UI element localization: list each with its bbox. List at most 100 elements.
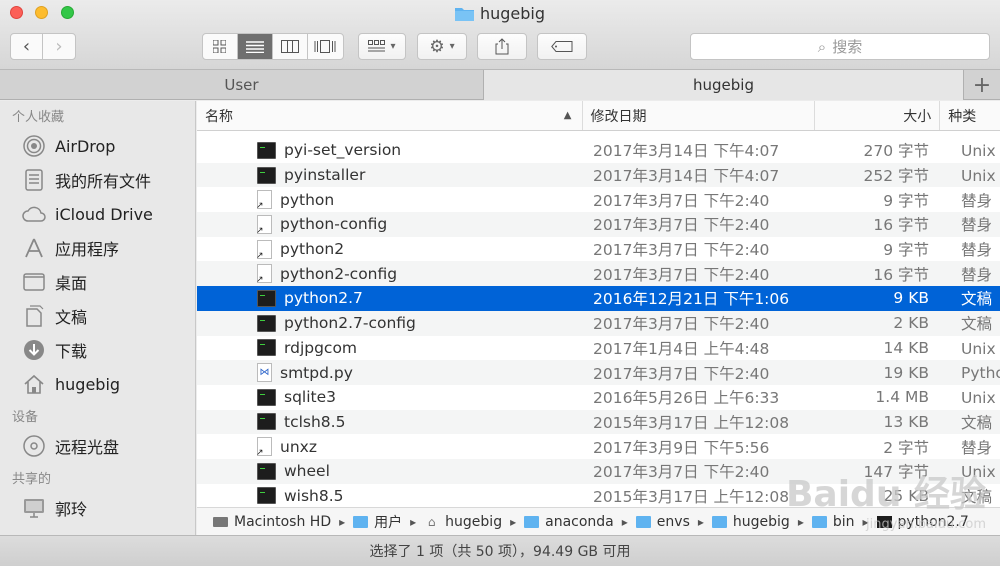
file-date: 2017年3月7日 下午2:40 — [593, 216, 770, 235]
search-field[interactable]: ⌕ 搜索 — [690, 33, 990, 60]
coverflow-view-button[interactable] — [308, 34, 343, 59]
action-button[interactable]: ⚙ ▾ — [417, 33, 467, 60]
list-view-button[interactable] — [237, 34, 274, 59]
forward-button[interactable]: › — [43, 34, 75, 59]
sidebar-item-airdrop[interactable]: AirDrop — [0, 129, 195, 163]
file-date: 2017年3月7日 下午2:40 — [593, 241, 770, 260]
file-name-cell: sqlite3 — [197, 388, 585, 406]
file-date: 2016年5月26日 上午6:33 — [593, 389, 780, 408]
column-header-name[interactable]: 名称 ▲ — [197, 101, 583, 130]
file-name-cell: python — [197, 190, 585, 210]
sidebar-item-shared-computer[interactable]: 郭玲 — [0, 491, 195, 525]
file-kind: Python — [961, 363, 1000, 382]
arrange-icon — [368, 40, 386, 52]
table-row[interactable]: ⋈ smtpd.py 2017年3月7日 下午2:40 19 KB Python — [197, 360, 1000, 385]
sidebar-item-applications[interactable]: 应用程序 — [0, 231, 195, 265]
file-size: 9 字节 — [883, 241, 929, 260]
sidebar-item-all-files[interactable]: 我的所有文件 — [0, 163, 195, 197]
sidebar-item-hugebig[interactable]: hugebig — [0, 367, 195, 401]
file-name: pyi-set_version — [284, 141, 402, 160]
table-row[interactable]: python 2017年3月7日 下午2:40 9 字节 替身 — [197, 187, 1000, 212]
sidebar-item-documents[interactable]: 文稿 — [0, 299, 195, 333]
tab-label: User — [224, 76, 259, 94]
file-name: python-config — [280, 215, 388, 234]
back-button[interactable]: ‹ — [11, 34, 44, 59]
status-text: 选择了 1 项（共 50 项），94.49 GB 可用 — [369, 544, 631, 560]
columns-icon — [280, 40, 299, 53]
window-title: hugebig — [0, 4, 1000, 23]
column-header-size[interactable]: 大小 — [815, 101, 941, 130]
table-row[interactable]: unxz 2017年3月9日 下午5:56 2 字节 替身 — [197, 434, 1000, 459]
sidebar-item-label: AirDrop — [55, 136, 116, 156]
file-size: 16 字节 — [873, 216, 929, 235]
watermark-brand: Baidu 经验 — [785, 474, 986, 515]
chevron-left-icon: ‹ — [22, 36, 31, 57]
path-segment[interactable]: Macintosh HD — [213, 514, 331, 530]
table-row[interactable]: python2.7-config 2017年3月7日 下午2:40 2 KB 文稿 — [197, 310, 1000, 336]
file-date: 2017年3月7日 下午2:40 — [593, 463, 770, 482]
file-name-cell: wheel — [197, 462, 585, 480]
file-name: python2.7 — [284, 289, 363, 308]
file-size: 1.4 MB — [875, 388, 929, 407]
table-row[interactable]: sqlite3 2016年5月26日 上午6:33 1.4 MB Unix 可执行文件 — [197, 385, 1000, 410]
column-header-row: 名称 ▲ 修改日期 大小 种类 — [197, 101, 1000, 131]
table-row[interactable]: pyi-set_version 2017年3月14日 下午4:07 270 字节 Un… — [197, 138, 1000, 163]
airdrop-icon — [22, 134, 46, 158]
table-row[interactable]: python2 2017年3月7日 下午2:40 9 字节 替身 — [197, 237, 1000, 262]
tab-hugebig[interactable]: hugebig — [484, 70, 964, 100]
sidebar-item-remote-disc[interactable]: 远程光盘 — [0, 429, 195, 463]
arrange-button[interactable]: ▾ — [358, 33, 406, 60]
chevron-down-icon: ▾ — [390, 41, 396, 52]
table-row[interactable]: python2-config 2017年3月7日 下午2:40 16 字节 替身 — [197, 261, 1000, 287]
file-date: 2017年3月7日 下午2:40 — [593, 364, 770, 383]
file-size: 19 KB — [883, 363, 929, 382]
path-segment-label: 用户 — [374, 514, 403, 531]
sidebar-item-icloud[interactable]: iCloud Drive — [0, 197, 195, 231]
file-name-cell: pyinstaller — [197, 166, 585, 184]
table-row[interactable]: rdjpgcom 2017年1月4日 上午4:48 14 KB Unix 可执行文件 — [197, 336, 1000, 361]
file-name: python2.7-config — [284, 314, 416, 333]
sidebar-section-shared: 共享的 — [12, 472, 52, 487]
file-name: rdjpgcom — [284, 338, 358, 357]
path-segment[interactable]: ⌂ hugebig — [424, 514, 502, 530]
tags-button[interactable] — [537, 33, 587, 60]
column-header-date[interactable]: 修改日期 — [583, 101, 816, 130]
window-title-text: hugebig — [479, 4, 546, 23]
file-name-cell: python2.7-config — [197, 314, 585, 332]
sidebar-section-devices: 设备 — [12, 410, 39, 425]
column-header-kind[interactable]: 种类 — [940, 101, 1000, 130]
share-button[interactable] — [477, 33, 527, 60]
table-row[interactable]: python-config 2017年3月7日 下午2:40 16 字节 替身 — [197, 212, 1000, 237]
navigation-buttons: ‹ › — [10, 33, 76, 60]
sidebar-item-desktop[interactable]: 桌面 — [0, 265, 195, 299]
coverflow-icon — [314, 40, 336, 53]
path-segment-label: hugebig — [445, 513, 503, 530]
sidebar-item-downloads[interactable]: 下载 — [0, 333, 195, 367]
tab-user[interactable]: User — [0, 70, 484, 100]
file-date: 2017年3月7日 下午2:40 — [593, 191, 770, 210]
python-file-icon: ⋈ — [257, 363, 272, 383]
terminal-exec-icon — [257, 487, 276, 505]
sidebar-item-label: 远程光盘 — [55, 438, 120, 457]
path-separator-icon: ▸ — [510, 514, 517, 529]
watermark-url: jingyan.baidu.com — [866, 517, 986, 532]
column-view-button[interactable] — [273, 34, 308, 59]
window-titlebar: hugebig ‹ › ▾ ⚙ ▾ ⌕ 搜索 — [0, 0, 1000, 70]
path-segment[interactable]: 用户 — [353, 512, 402, 532]
new-tab-button[interactable]: + — [964, 70, 1000, 100]
table-row[interactable]: python2.7 2016年12月21日 下午1:06 9 KB 文稿 — [197, 286, 1000, 311]
file-name: python2 — [280, 240, 345, 259]
table-row[interactable]: pyinstaller 2017年3月14日 下午4:07 252 字节 Unix 可… — [197, 162, 1000, 188]
path-segment[interactable]: hugebig — [711, 514, 790, 530]
tab-bar: User hugebig + — [0, 70, 1000, 100]
path-segment[interactable]: anaconda — [524, 514, 614, 530]
file-date: 2016年12月21日 下午1:06 — [593, 290, 790, 309]
table-row[interactable]: tclsh8.5 2015年3月17日 上午12:08 13 KB 文稿 — [197, 409, 1000, 435]
sidebar-item-label: hugebig — [55, 374, 121, 394]
folder-icon — [635, 515, 651, 528]
file-name: pyinstaller — [284, 166, 366, 185]
alias-icon — [256, 239, 272, 259]
path-segment[interactable]: envs — [635, 514, 690, 530]
path-separator-icon: ▸ — [621, 514, 628, 529]
icon-view-button[interactable] — [203, 34, 238, 59]
